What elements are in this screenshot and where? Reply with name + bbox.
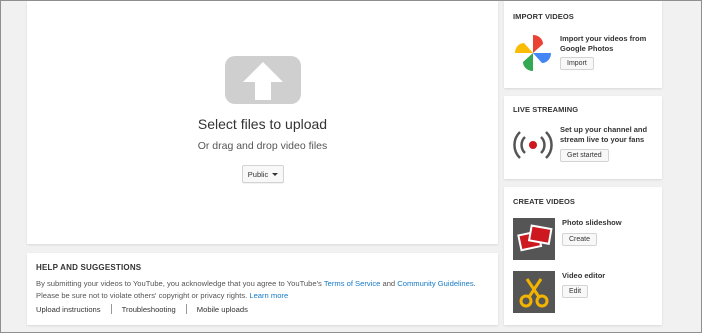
privacy-value: Public: [247, 169, 269, 179]
live-description: Set up your channel and stream live to y…: [560, 125, 648, 144]
import-videos-card: IMPORT VIDEOS Import your videos from Go…: [504, 1, 662, 88]
help-text: By submitting your videos to YouTube, yo…: [36, 278, 491, 302]
create-slideshow-button[interactable]: Create: [562, 233, 598, 246]
upload-panel[interactable]: Select files to upload Or drag and drop …: [27, 1, 498, 244]
live-broadcast-icon: [513, 131, 553, 159]
import-heading: IMPORT VIDEOS: [513, 12, 574, 21]
terms-of-service-link[interactable]: Terms of Service: [324, 279, 381, 288]
upload-title: Select files to upload: [197, 116, 328, 132]
import-description: Import your videos from Google Photos: [560, 34, 647, 53]
upload-arrow-icon[interactable]: [225, 56, 301, 104]
help-text-part: By submitting your videos to YouTube, yo…: [36, 279, 324, 288]
video-editor-icon: [513, 271, 555, 313]
community-guidelines-link[interactable]: Community Guidelines: [397, 279, 473, 288]
get-started-button[interactable]: Get started: [560, 149, 609, 162]
privacy-dropdown[interactable]: Public: [242, 165, 284, 183]
edit-video-button[interactable]: Edit: [562, 285, 589, 298]
drag-drop-hint: Or drag and drop video files: [197, 140, 328, 152]
caret-down-icon: [272, 172, 279, 176]
photo-slideshow-icon: [513, 218, 555, 260]
help-heading: HELP AND SUGGESTIONS: [36, 263, 142, 272]
live-streaming-card: LIVE STREAMING Set up your channel and s…: [504, 96, 662, 179]
divider: [185, 304, 187, 314]
troubleshooting-link[interactable]: Troubleshooting: [122, 305, 176, 314]
upload-instructions-link[interactable]: Upload instructions: [36, 305, 101, 314]
create-heading: CREATE VIDEOS: [513, 197, 576, 206]
video-editor-label: Video editor: [562, 271, 606, 280]
live-heading: LIVE STREAMING: [513, 105, 579, 114]
mobile-uploads-link[interactable]: Mobile uploads: [197, 305, 248, 314]
help-links: Upload instructions Troubleshooting Mobi…: [36, 304, 248, 314]
divider: [110, 304, 112, 314]
google-photos-icon: [515, 35, 551, 71]
help-panel: HELP AND SUGGESTIONS By submitting your …: [27, 253, 498, 325]
photo-slideshow-label: Photo slideshow: [562, 218, 622, 227]
learn-more-link[interactable]: Learn more: [249, 291, 288, 300]
import-button[interactable]: Import: [560, 57, 594, 70]
create-videos-card: CREATE VIDEOS Photo slideshow Create Vid…: [504, 187, 662, 325]
help-text-and: and: [380, 279, 398, 288]
